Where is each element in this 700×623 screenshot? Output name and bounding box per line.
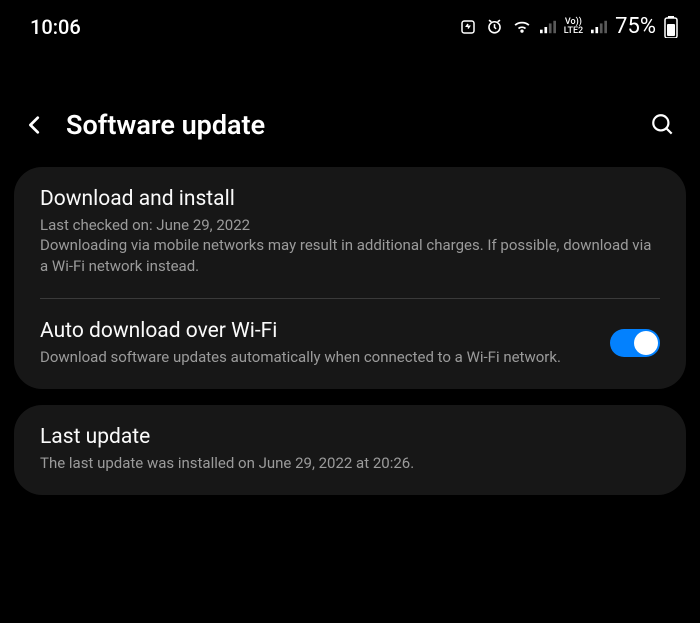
wifi-icon — [512, 19, 532, 35]
last-update-row[interactable]: Last update The last update was installe… — [14, 405, 686, 495]
page-header: Software update — [0, 53, 700, 167]
auto-download-desc: Download software updates automatically … — [40, 347, 592, 367]
update-options-card: Download and install Last checked on: Ju… — [14, 167, 686, 389]
auto-download-row[interactable]: Auto download over Wi-Fi Download softwa… — [14, 299, 686, 389]
download-install-title: Download and install — [40, 187, 660, 211]
alarm-icon — [485, 17, 504, 36]
battery-icon — [664, 16, 678, 38]
signal-2-icon — [591, 20, 607, 34]
last-update-card: Last update The last update was installe… — [14, 405, 686, 495]
clock: 10:06 — [30, 15, 81, 39]
auto-download-toggle[interactable] — [610, 329, 660, 357]
toggle-knob — [634, 331, 658, 355]
recycle-icon — [459, 18, 477, 36]
back-button[interactable] — [24, 114, 46, 136]
signal-1-icon — [540, 20, 556, 34]
auto-download-title: Auto download over Wi-Fi — [40, 319, 592, 343]
status-right: Vo)) LTE2 75% — [459, 14, 678, 39]
search-button[interactable] — [650, 112, 676, 138]
last-update-title: Last update — [40, 425, 660, 449]
download-install-last-checked: Last checked on: June 29, 2022 — [40, 215, 660, 235]
last-update-desc: The last update was installed on June 29… — [40, 453, 660, 473]
page-title: Software update — [66, 109, 630, 141]
download-install-row[interactable]: Download and install Last checked on: Ju… — [14, 167, 686, 298]
download-install-note: Downloading via mobile networks may resu… — [40, 235, 660, 276]
network-label: Vo)) LTE2 — [564, 18, 583, 36]
battery-percent: 75% — [615, 14, 656, 39]
status-bar: 10:06 Vo)) LTE2 75% — [0, 0, 700, 53]
